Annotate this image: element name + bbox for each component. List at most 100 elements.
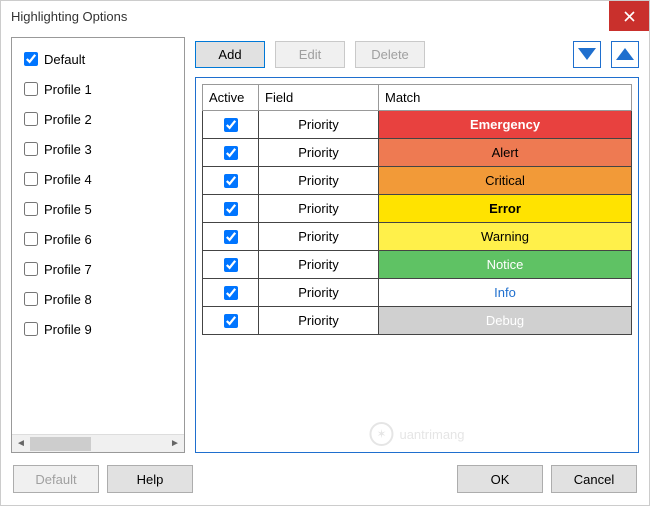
edit-button[interactable]: Edit — [275, 41, 345, 68]
profile-item[interactable]: Profile 3 — [16, 134, 180, 164]
profile-hscrollbar[interactable]: ◄ ► — [12, 434, 184, 452]
scroll-thumb[interactable] — [30, 437, 91, 451]
footer: Default Help OK Cancel — [1, 453, 649, 505]
rule-active-checkbox[interactable] — [224, 146, 238, 160]
watermark-text: uantrimang — [399, 427, 464, 442]
profile-checkbox[interactable] — [24, 142, 38, 156]
profile-checkbox[interactable] — [24, 202, 38, 216]
toolbar: Add Edit Delete — [195, 37, 639, 71]
cell-active — [203, 139, 259, 167]
profile-item[interactable]: Profile 6 — [16, 224, 180, 254]
profile-item[interactable]: Profile 9 — [16, 314, 180, 344]
cell-active — [203, 251, 259, 279]
profile-label: Profile 7 — [44, 262, 92, 277]
profile-checkbox[interactable] — [24, 232, 38, 246]
cell-match: Emergency — [379, 111, 632, 139]
table-row[interactable]: PriorityError — [203, 195, 632, 223]
profile-item[interactable]: Profile 8 — [16, 284, 180, 314]
rule-active-checkbox[interactable] — [224, 230, 238, 244]
cell-match: Error — [379, 195, 632, 223]
col-active[interactable]: Active — [203, 85, 259, 111]
watermark: ✶ uantrimang — [369, 422, 464, 446]
default-button[interactable]: Default — [13, 465, 99, 493]
cell-field: Priority — [259, 139, 379, 167]
scroll-left-arrow-icon[interactable]: ◄ — [12, 438, 30, 449]
delete-button[interactable]: Delete — [355, 41, 425, 68]
cell-match: Alert — [379, 139, 632, 167]
table-row[interactable]: PriorityDebug — [203, 307, 632, 335]
profile-item[interactable]: Default — [16, 44, 180, 74]
close-button[interactable] — [609, 1, 649, 31]
cell-active — [203, 223, 259, 251]
cell-active — [203, 279, 259, 307]
cancel-button[interactable]: Cancel — [551, 465, 637, 493]
profile-label: Profile 6 — [44, 232, 92, 247]
profile-panel: Default Profile 1 Profile 2 Profile 3 Profil… — [11, 37, 185, 453]
right-panel: Add Edit Delete Active Field Match — [195, 37, 639, 453]
cell-active — [203, 167, 259, 195]
cell-field: Priority — [259, 251, 379, 279]
cell-field: Priority — [259, 307, 379, 335]
rule-active-checkbox[interactable] — [224, 314, 238, 328]
cell-match: Warning — [379, 223, 632, 251]
table-row[interactable]: PriorityWarning — [203, 223, 632, 251]
profile-item[interactable]: Profile 2 — [16, 104, 180, 134]
table-row[interactable]: PriorityInfo — [203, 279, 632, 307]
cell-match: Info — [379, 279, 632, 307]
rules-grid-wrap: Active Field Match PriorityEmergencyPrio… — [195, 77, 639, 453]
col-match[interactable]: Match — [379, 85, 632, 111]
rule-active-checkbox[interactable] — [224, 286, 238, 300]
profile-checkbox[interactable] — [24, 112, 38, 126]
table-row[interactable]: PriorityAlert — [203, 139, 632, 167]
dialog-body: Default Profile 1 Profile 2 Profile 3 Profil… — [1, 31, 649, 453]
window-title: Highlighting Options — [11, 9, 609, 24]
rule-active-checkbox[interactable] — [224, 202, 238, 216]
profile-list: Default Profile 1 Profile 2 Profile 3 Profil… — [12, 38, 184, 434]
cell-active — [203, 307, 259, 335]
profile-item[interactable]: Profile 7 — [16, 254, 180, 284]
triangle-down-icon — [578, 48, 596, 60]
profile-checkbox[interactable] — [24, 322, 38, 336]
profile-checkbox[interactable] — [24, 292, 38, 306]
rule-active-checkbox[interactable] — [224, 174, 238, 188]
cell-field: Priority — [259, 167, 379, 195]
profile-label: Profile 9 — [44, 322, 92, 337]
profile-item[interactable]: Profile 4 — [16, 164, 180, 194]
rules-grid: Active Field Match PriorityEmergencyPrio… — [202, 84, 632, 335]
table-row[interactable]: PriorityNotice — [203, 251, 632, 279]
profile-item[interactable]: Profile 5 — [16, 194, 180, 224]
profile-label: Profile 1 — [44, 82, 92, 97]
rule-active-checkbox[interactable] — [224, 118, 238, 132]
profile-label: Profile 8 — [44, 292, 92, 307]
cell-active — [203, 111, 259, 139]
col-field[interactable]: Field — [259, 85, 379, 111]
titlebar: Highlighting Options — [1, 1, 649, 31]
move-down-button[interactable] — [573, 41, 601, 68]
ok-button[interactable]: OK — [457, 465, 543, 493]
table-row[interactable]: PriorityEmergency — [203, 111, 632, 139]
cell-field: Priority — [259, 279, 379, 307]
table-row[interactable]: PriorityCritical — [203, 167, 632, 195]
rule-active-checkbox[interactable] — [224, 258, 238, 272]
move-up-button[interactable] — [611, 41, 639, 68]
help-button[interactable]: Help — [107, 465, 193, 493]
profile-checkbox[interactable] — [24, 262, 38, 276]
cell-match: Debug — [379, 307, 632, 335]
triangle-up-icon — [616, 48, 634, 60]
dialog-window: Highlighting Options Default Profile 1 Pro… — [0, 0, 650, 506]
profile-checkbox[interactable] — [24, 82, 38, 96]
cell-match: Notice — [379, 251, 632, 279]
profile-checkbox[interactable] — [24, 52, 38, 66]
profile-label: Profile 2 — [44, 112, 92, 127]
scroll-track[interactable] — [30, 435, 166, 452]
bulb-icon: ✶ — [369, 422, 393, 446]
profile-label: Profile 5 — [44, 202, 92, 217]
profile-label: Profile 4 — [44, 172, 92, 187]
scroll-right-arrow-icon[interactable]: ► — [166, 438, 184, 449]
cell-active — [203, 195, 259, 223]
profile-checkbox[interactable] — [24, 172, 38, 186]
close-icon — [624, 11, 635, 22]
profile-item[interactable]: Profile 1 — [16, 74, 180, 104]
add-button[interactable]: Add — [195, 41, 265, 68]
cell-field: Priority — [259, 195, 379, 223]
